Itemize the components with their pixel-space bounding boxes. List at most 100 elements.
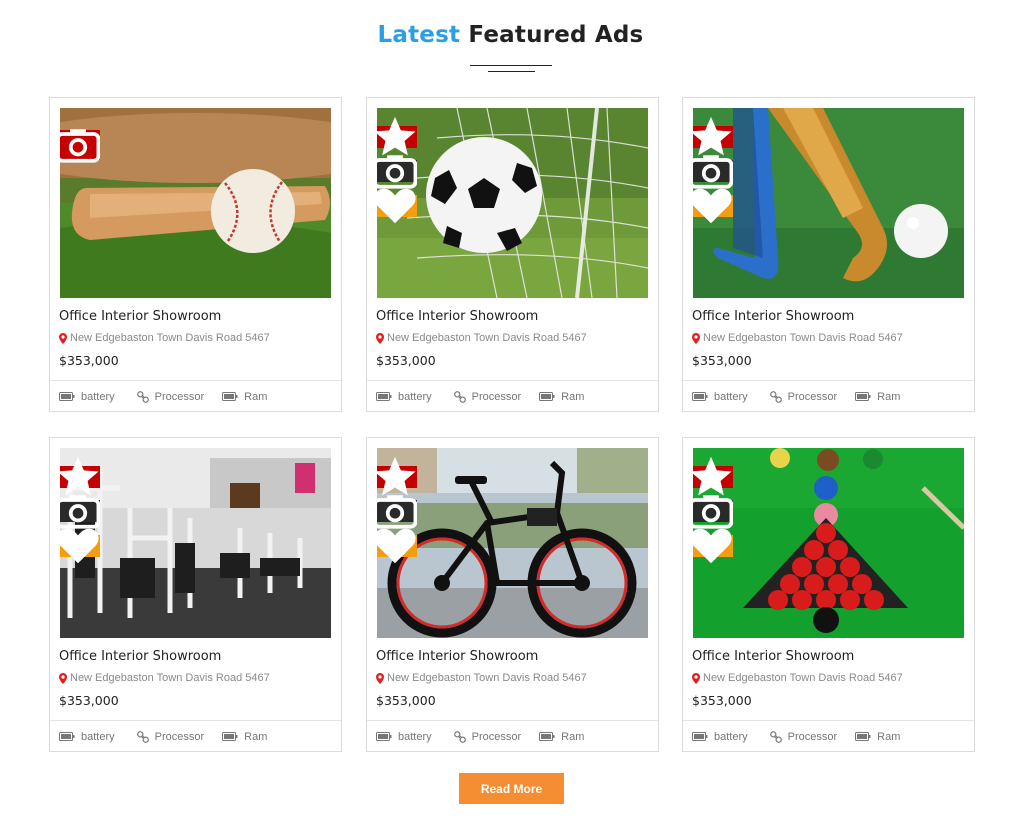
ad-card[interactable]: Office Interior Showroom New Edgebaston … — [366, 437, 659, 752]
heart-icon — [377, 528, 416, 564]
ad-location: New Edgebaston Town Davis Road 5467 — [692, 672, 903, 684]
ad-image-gym[interactable] — [60, 448, 331, 638]
ad-card[interactable]: Office Interior Showroom New Edgebaston … — [49, 97, 342, 412]
ad-title[interactable]: Office Interior Showroom — [59, 309, 221, 324]
feature-battery: battery — [692, 731, 748, 743]
map-pin-icon — [692, 672, 700, 684]
map-pin-icon — [376, 672, 384, 684]
camera-icon — [60, 129, 100, 163]
feature-battery: battery — [376, 731, 432, 743]
ad-location: New Edgebaston Town Davis Road 5467 — [692, 332, 903, 344]
ad-price: $353,000 — [692, 693, 752, 708]
feature-ram: Ram — [855, 391, 900, 403]
feature-ram: Ram — [539, 391, 584, 403]
heart-icon — [693, 528, 732, 564]
feature-ram: Ram — [539, 731, 584, 743]
ad-location-text: New Edgebaston Town Davis Road 5467 — [70, 672, 270, 684]
favorite-badge[interactable] — [693, 528, 733, 564]
heart-icon — [693, 188, 732, 224]
favorite-badge[interactable] — [60, 528, 100, 564]
ad-features: battery Processor Ram — [683, 720, 974, 752]
ad-features: battery Processor Ram — [50, 720, 341, 752]
ad-features: battery Processor Ram — [367, 380, 658, 412]
feature-processor: Processor — [136, 391, 204, 403]
section-title-accent: Latest — [377, 22, 461, 48]
battery-icon — [376, 732, 392, 741]
ad-title[interactable]: Office Interior Showroom — [692, 649, 854, 664]
ad-price: $353,000 — [59, 353, 119, 368]
battery-icon — [692, 392, 708, 401]
feature-processor: Processor — [453, 390, 521, 403]
ad-price: $353,000 — [376, 693, 436, 708]
ad-title[interactable]: Office Interior Showroom — [59, 649, 221, 664]
read-more-button[interactable]: Read More — [459, 773, 564, 804]
ad-title[interactable]: Office Interior Showroom — [376, 309, 538, 324]
link-icon — [453, 390, 466, 403]
section-title-rest: Featured Ads — [468, 22, 644, 48]
map-pin-icon — [59, 672, 67, 684]
ad-title[interactable]: Office Interior Showroom — [376, 649, 538, 664]
ad-image-soccer[interactable] — [377, 108, 648, 298]
map-pin-icon — [692, 332, 700, 344]
ad-image-baseball[interactable] — [60, 108, 331, 298]
favorite-badge[interactable] — [693, 188, 733, 224]
ad-title[interactable]: Office Interior Showroom — [692, 309, 854, 324]
ad-features: battery Processor Ram — [683, 380, 974, 412]
battery-icon — [692, 732, 708, 741]
ad-location: New Edgebaston Town Davis Road 5467 — [376, 672, 587, 684]
ad-card[interactable]: Office Interior Showroom New Edgebaston … — [49, 437, 342, 752]
ad-location-text: New Edgebaston Town Davis Road 5467 — [703, 672, 903, 684]
ram-icon — [855, 732, 871, 741]
ad-image-hockey[interactable] — [693, 108, 964, 298]
title-divider — [470, 65, 552, 66]
feature-battery: battery — [59, 731, 115, 743]
ad-location: New Edgebaston Town Davis Road 5467 — [59, 332, 270, 344]
ad-price: $353,000 — [376, 353, 436, 368]
ad-card[interactable]: Office Interior Showroom New Edgebaston … — [682, 437, 975, 752]
map-pin-icon — [59, 332, 67, 344]
feature-processor: Processor — [769, 730, 837, 743]
feature-processor: Processor — [136, 730, 204, 743]
camera-badge[interactable] — [60, 129, 100, 163]
link-icon — [453, 730, 466, 743]
ad-price: $353,000 — [59, 693, 119, 708]
ad-card[interactable]: Office Interior Showroom New Edgebaston … — [366, 97, 659, 412]
ad-location: New Edgebaston Town Davis Road 5467 — [59, 672, 270, 684]
link-icon — [769, 390, 782, 403]
link-icon — [136, 730, 149, 743]
ad-features: battery Processor Ram — [50, 380, 341, 412]
ad-location-text: New Edgebaston Town Davis Road 5467 — [387, 672, 587, 684]
section-title: Latest Featured Ads — [0, 22, 1021, 48]
feature-processor: Processor — [453, 730, 521, 743]
ad-card[interactable]: Office Interior Showroom New Edgebaston … — [682, 97, 975, 412]
battery-icon — [59, 732, 75, 741]
feature-battery: battery — [692, 391, 748, 403]
battery-icon — [59, 392, 75, 401]
ad-features: battery Processor Ram — [367, 720, 658, 752]
link-icon — [769, 730, 782, 743]
ad-image-bicycle[interactable] — [377, 448, 648, 638]
ad-image-snooker[interactable] — [693, 448, 964, 638]
heart-icon — [377, 188, 416, 224]
feature-battery: battery — [59, 391, 115, 403]
ad-location-text: New Edgebaston Town Davis Road 5467 — [387, 332, 587, 344]
ram-icon — [222, 732, 238, 741]
heart-icon — [60, 528, 99, 564]
ad-location: New Edgebaston Town Davis Road 5467 — [376, 332, 587, 344]
feature-battery: battery — [376, 391, 432, 403]
ram-icon — [539, 392, 555, 401]
title-divider-short — [488, 71, 535, 72]
ram-icon — [855, 392, 871, 401]
ram-icon — [539, 732, 555, 741]
map-pin-icon — [376, 332, 384, 344]
ad-location-text: New Edgebaston Town Davis Road 5467 — [70, 332, 270, 344]
favorite-badge[interactable] — [377, 188, 417, 224]
feature-ram: Ram — [855, 731, 900, 743]
feature-processor: Processor — [769, 390, 837, 403]
feature-ram: Ram — [222, 731, 267, 743]
favorite-badge[interactable] — [377, 528, 417, 564]
feature-ram: Ram — [222, 391, 267, 403]
ad-price: $353,000 — [692, 353, 752, 368]
ad-location-text: New Edgebaston Town Davis Road 5467 — [703, 332, 903, 344]
ram-icon — [222, 392, 238, 401]
